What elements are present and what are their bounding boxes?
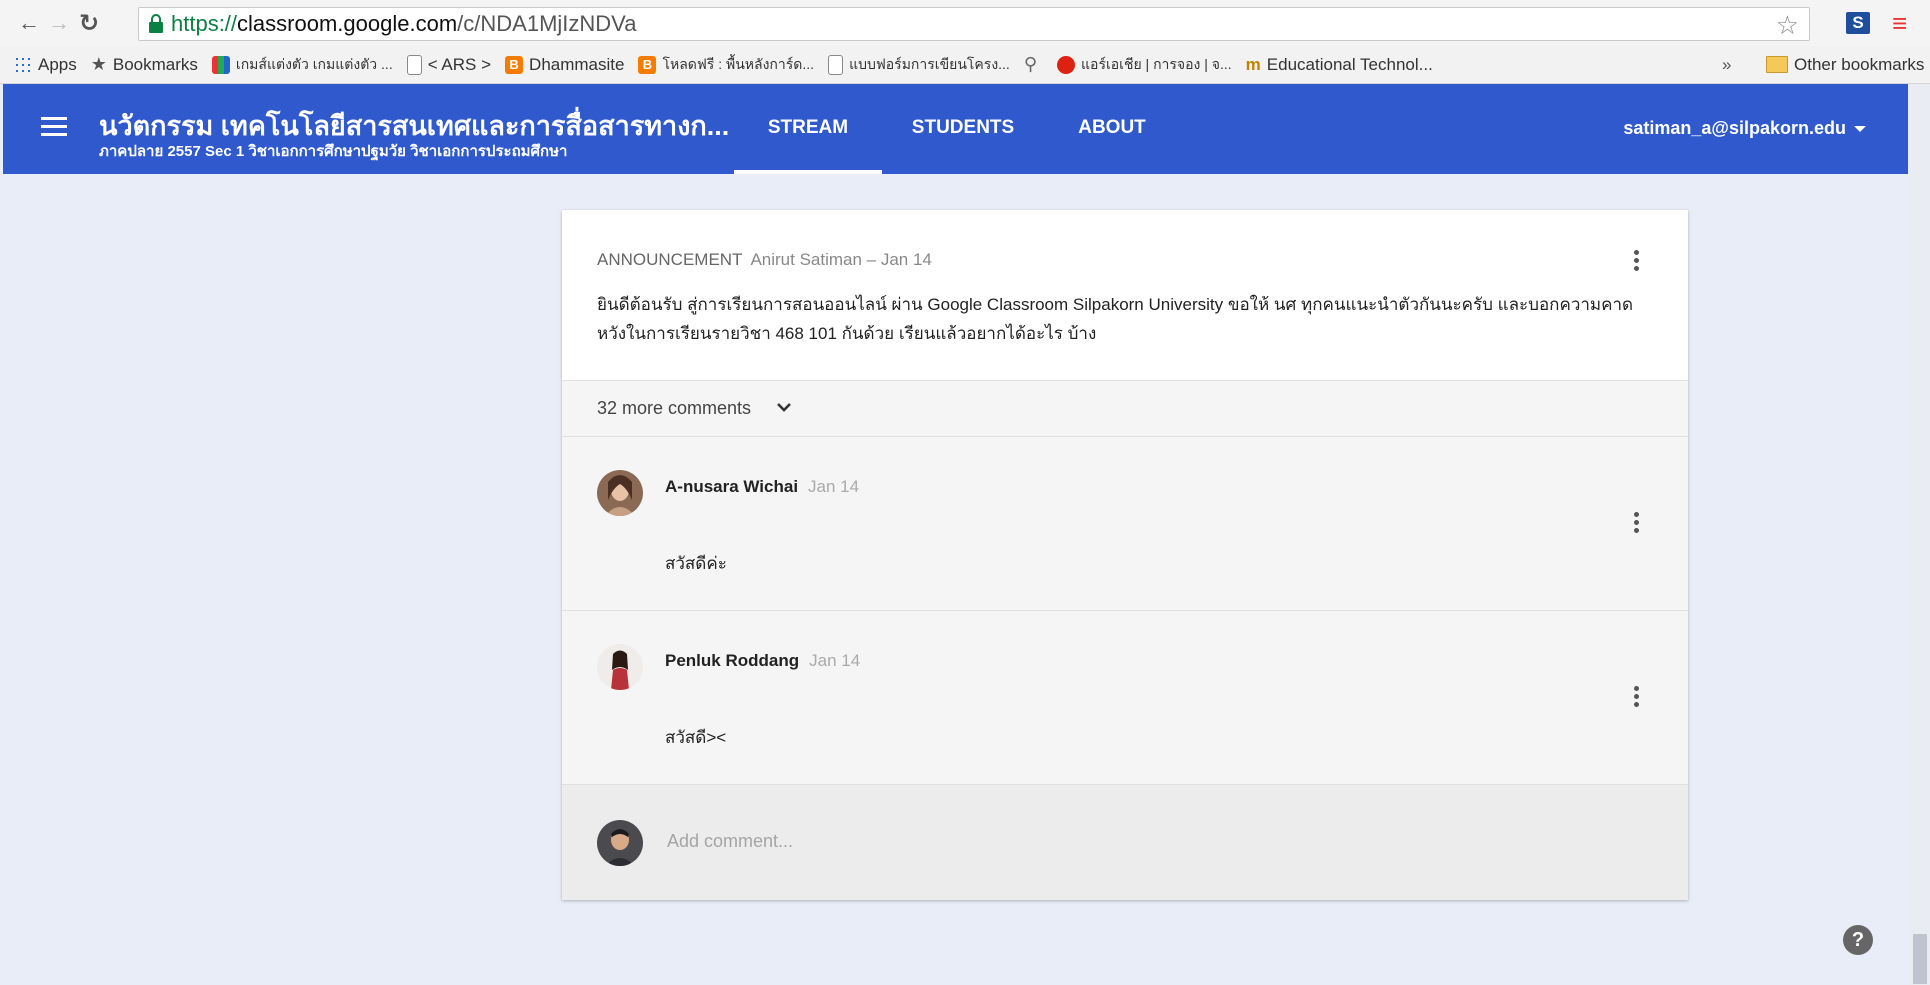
bookmark-game[interactable]: เกมส์แต่งตัว เกมแต่งตัว ... xyxy=(211,54,393,76)
bookmark-bookmarks[interactable]: ★ Bookmarks xyxy=(91,54,198,75)
comment-author-name: Penluk Roddang xyxy=(665,651,800,670)
document-icon xyxy=(828,54,844,75)
tab-students[interactable]: STUDENTS xyxy=(903,84,1023,174)
apps-grid-icon xyxy=(14,55,32,74)
edu-icon: m xyxy=(1245,54,1261,74)
post-body-line: ยินดีต้อนรับ สู่การเรียนการสอนออนไลน์ ผ่… xyxy=(597,295,1634,314)
comment-text: สวัสดี>< xyxy=(665,728,727,747)
comment-author: A-nusara Wichai Jan 14 xyxy=(665,477,859,497)
chevron-down-icon xyxy=(777,403,791,412)
lock-icon xyxy=(149,14,163,33)
comment-date: Jan 14 xyxy=(808,477,860,496)
app-header: นวัตกรรม เทคโนโลยีสารสนเทศและการสื่อสารท… xyxy=(3,84,1908,174)
avatar xyxy=(597,820,643,866)
comment-item: A-nusara Wichai Jan 14 สวัสดีค่ะ xyxy=(562,437,1688,611)
browser-menu-icon[interactable]: ≡ xyxy=(1892,8,1907,39)
hamburger-menu-icon[interactable] xyxy=(41,117,67,137)
scrollbar-thumb[interactable] xyxy=(1913,934,1927,984)
forward-arrow-icon[interactable]: → xyxy=(44,10,74,36)
user-email: satiman_a@silpakorn.edu xyxy=(1623,118,1846,138)
avatar xyxy=(597,470,643,516)
help-icon[interactable]: ? xyxy=(1843,925,1873,955)
blogger-icon: B xyxy=(638,55,657,74)
browser-toolbar: ← → ↻ https://classroom.google.com/c/NDA… xyxy=(0,0,1930,46)
bookmark-dhammasite[interactable]: B Dhammasite xyxy=(505,55,624,75)
post-author-date: Anirut Satiman – Jan 14 xyxy=(750,250,932,269)
more-options-icon[interactable] xyxy=(1632,250,1640,274)
bookmark-form[interactable]: แบบฟอร์มการเขียนโครง... xyxy=(828,54,1010,76)
post-meta: ANNOUNCEMENT Anirut Satiman – Jan 14 xyxy=(597,250,932,270)
post-body: ยินดีต้อนรับ สู่การเรียนการสอนออนไลน์ ผ่… xyxy=(597,290,1657,348)
bookmark-airasia[interactable]: แอร์เอเชีย | การจอง | จ... xyxy=(1057,54,1232,76)
add-comment-row xyxy=(562,785,1688,900)
tab-stream[interactable]: STREAM xyxy=(734,84,882,174)
extension-s-icon[interactable]: S xyxy=(1846,12,1870,34)
other-bookmarks[interactable]: Other bookmarks xyxy=(1766,46,1924,83)
more-options-icon[interactable] xyxy=(1632,512,1640,536)
tab-about[interactable]: ABOUT xyxy=(1069,84,1155,174)
folder-icon xyxy=(1766,56,1788,73)
user-account-menu[interactable]: satiman_a@silpakorn.edu xyxy=(1623,118,1866,139)
bookmark-search[interactable]: ⚲ xyxy=(1024,54,1043,75)
avatar xyxy=(597,644,643,690)
blogger-icon: B xyxy=(505,55,524,74)
bookmark-card[interactable]: B โหลดฟรี : พื้นหลังการ์ด... xyxy=(638,54,814,76)
class-subtitle: ภาคปลาย 2557 Sec 1 วิชาเอกการศึกษาปฐมวัย… xyxy=(99,143,568,160)
comment-author-name: A-nusara Wichai xyxy=(665,477,799,496)
search-icon: ⚲ xyxy=(1023,54,1038,74)
caret-down-icon xyxy=(1854,126,1866,133)
more-comments-toggle[interactable]: 32 more comments xyxy=(562,380,1688,437)
back-arrow-icon[interactable]: ← xyxy=(14,10,44,36)
document-icon xyxy=(406,54,422,75)
announcement-card: ANNOUNCEMENT Anirut Satiman – Jan 14 ยินด… xyxy=(562,210,1688,900)
comment-text: สวัสดีค่ะ xyxy=(665,554,727,573)
post-body-line: หวังในการเรียนรายวิชา 468 101 กันด้วย เร… xyxy=(597,324,1097,343)
more-bookmarks-icon[interactable]: » xyxy=(1722,55,1731,75)
add-comment-input[interactable] xyxy=(665,825,1569,857)
post-type-label: ANNOUNCEMENT xyxy=(597,250,743,269)
comment-date: Jan 14 xyxy=(809,651,861,670)
comment-author: Penluk Roddang Jan 14 xyxy=(665,651,860,671)
bookmarks-bar: Apps ★ Bookmarks เกมส์แต่งตัว เกมแต่งตัว … xyxy=(0,46,1930,84)
bookmark-star-icon[interactable]: ☆ xyxy=(1776,10,1799,41)
reload-icon[interactable]: ↻ xyxy=(74,9,104,38)
bookmark-ars[interactable]: < ARS > xyxy=(406,54,491,75)
colorful-icon xyxy=(211,55,230,74)
more-comments-label: 32 more comments xyxy=(597,398,752,418)
scrollbar[interactable] xyxy=(1910,84,1930,985)
bookmark-apps[interactable]: Apps xyxy=(14,55,77,75)
bookmark-edutech[interactable]: m Educational Technol... xyxy=(1246,55,1433,75)
star-icon: ★ xyxy=(90,54,107,74)
url-text: https://classroom.google.com/c/NDA1MjIzN… xyxy=(171,11,637,36)
announcement-post: ANNOUNCEMENT Anirut Satiman – Jan 14 ยินด… xyxy=(562,210,1688,380)
more-options-icon[interactable] xyxy=(1632,686,1640,710)
address-bar[interactable]: https://classroom.google.com/c/NDA1MjIzN… xyxy=(138,7,1810,41)
comment-item: Penluk Roddang Jan 14 สวัสดี>< xyxy=(562,611,1688,785)
airasia-icon xyxy=(1057,55,1076,74)
